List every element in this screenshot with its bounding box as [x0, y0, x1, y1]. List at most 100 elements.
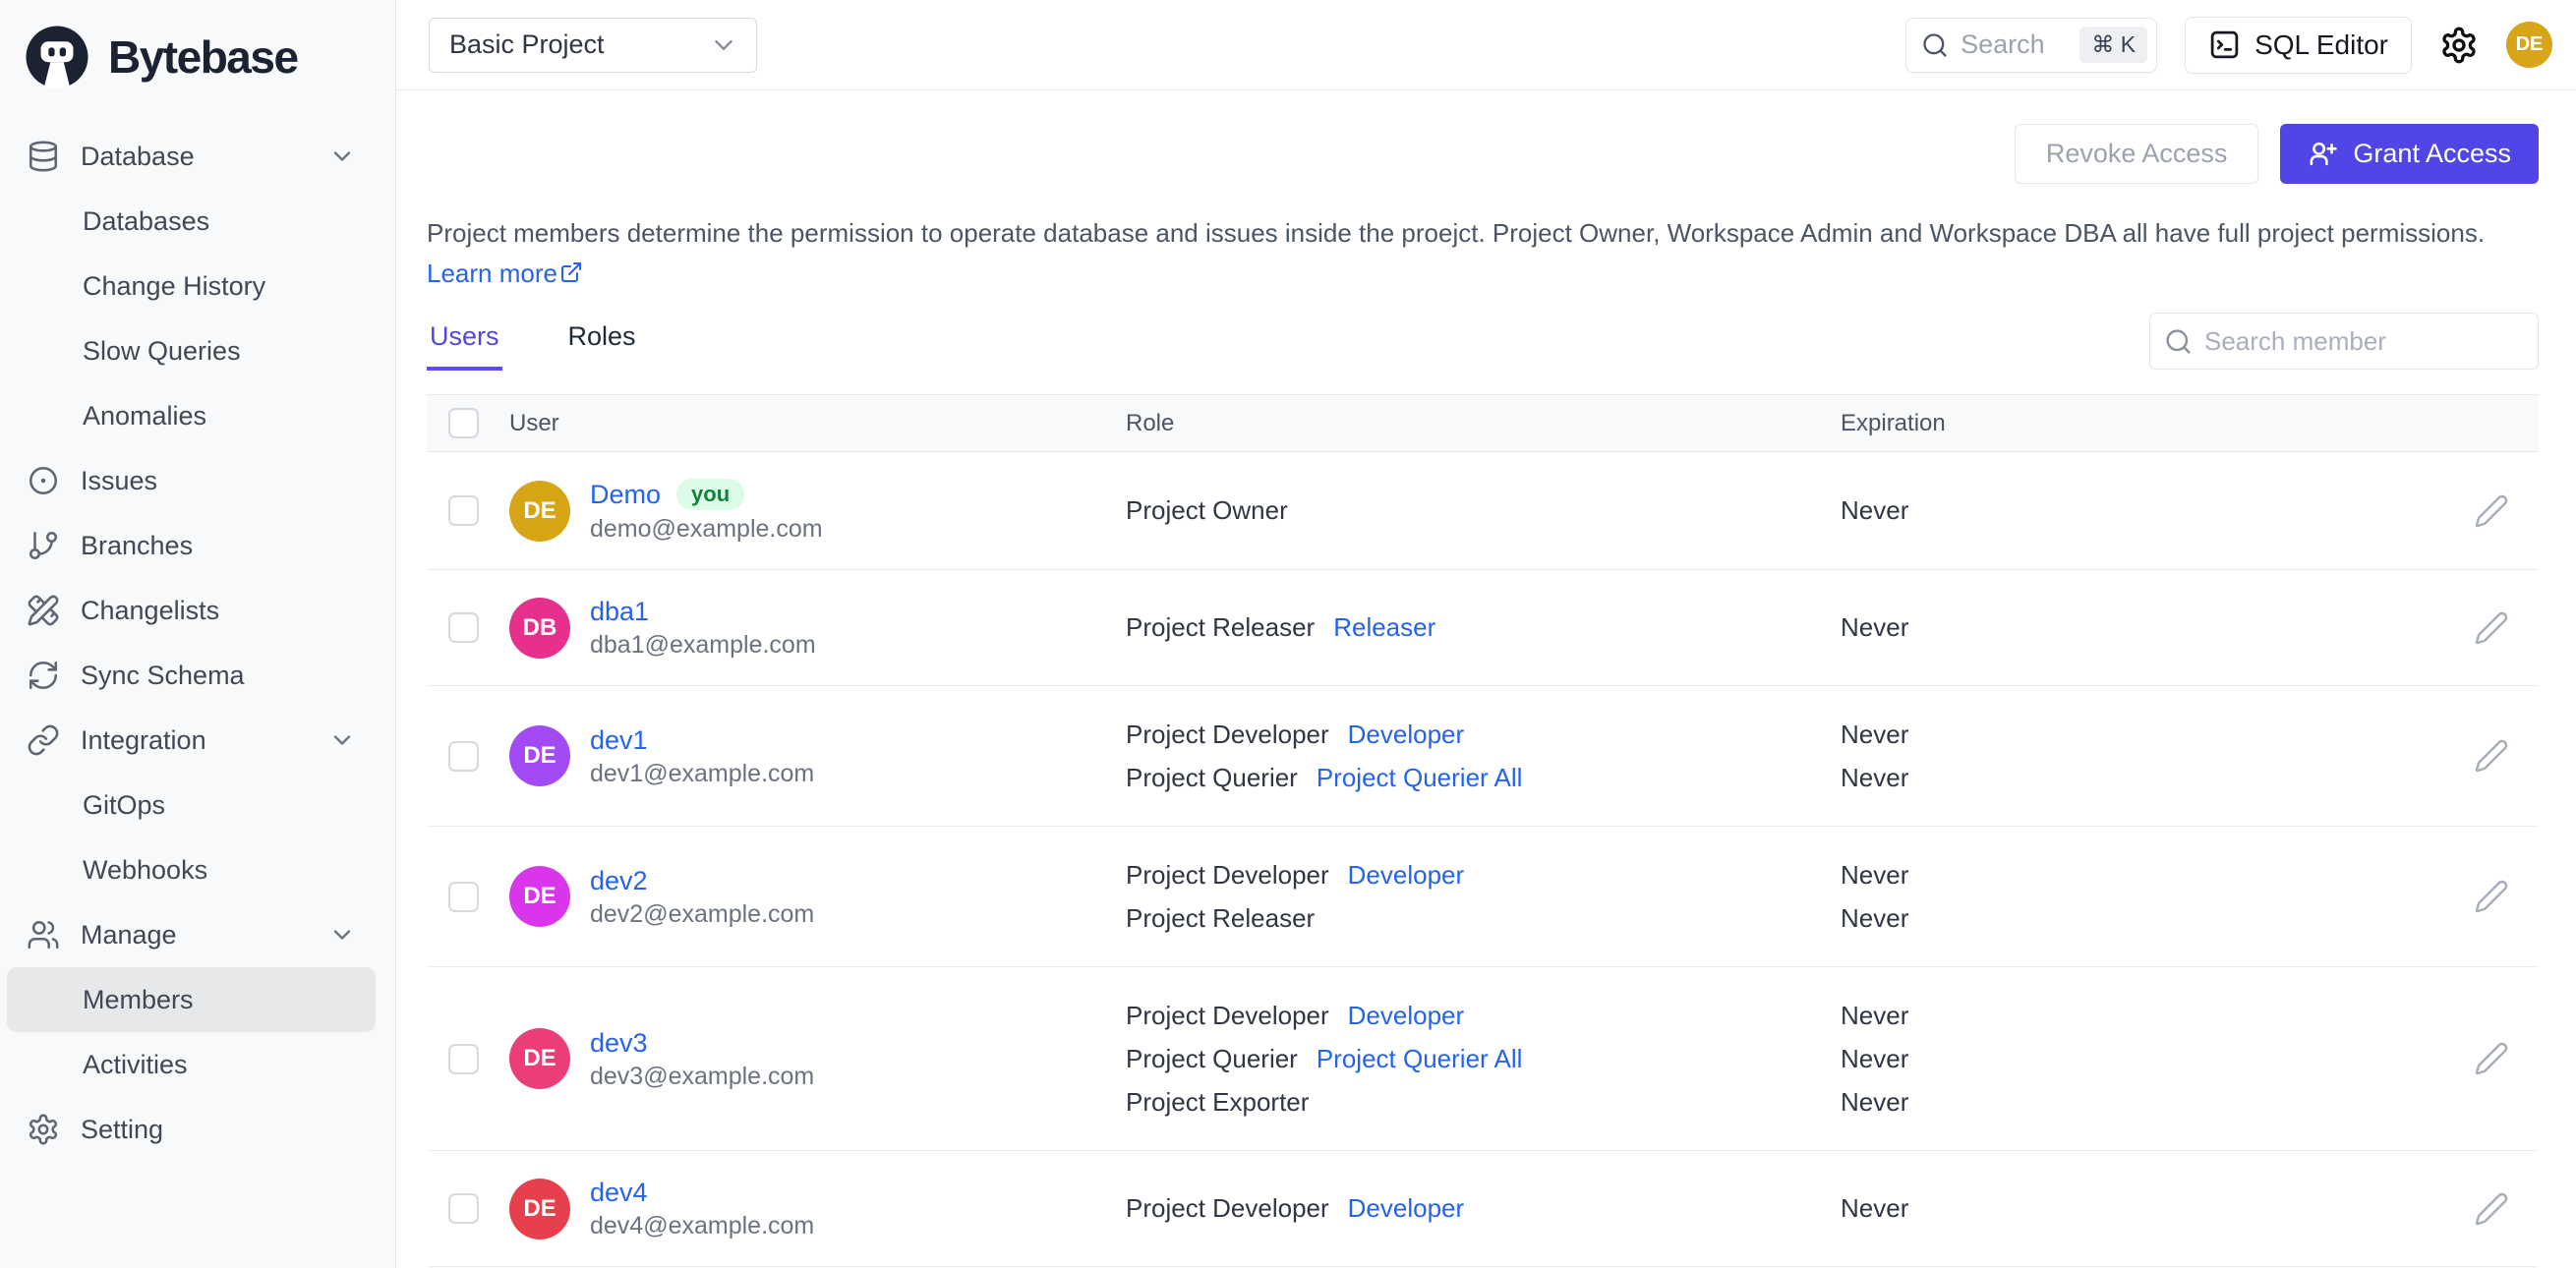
expiration-value: Never: [1841, 1000, 1909, 1030]
page-description: Project members determine the permission…: [427, 213, 2539, 294]
user-cell: DE dev1 dev1@example.com: [509, 725, 1126, 787]
members-page: Revoke Access Grant Access Project membe…: [396, 90, 2576, 1268]
edit-pencil-icon[interactable]: [2474, 1191, 2509, 1227]
role-link[interactable]: Developer: [1348, 1193, 1465, 1224]
project-select-value: Basic Project: [449, 29, 605, 59]
workspace-settings-gear-icon[interactable]: [2439, 26, 2479, 65]
brand-logo[interactable]: Bytebase: [0, 14, 395, 102]
table-header: User Role Expiration: [427, 395, 2539, 452]
row-checkbox[interactable]: [448, 612, 479, 643]
sidebar-item-activities[interactable]: Activities: [7, 1032, 376, 1097]
tab-users[interactable]: Users: [427, 312, 502, 371]
sidebar-item-changelists[interactable]: Changelists: [7, 578, 376, 643]
chevron-down-icon: [333, 735, 351, 745]
tabs: Users Roles: [427, 312, 639, 371]
sidebar-item-label: Activities: [83, 1049, 188, 1079]
expiration-value: Never: [1841, 495, 1909, 525]
member-name-link[interactable]: Demo: [590, 480, 661, 509]
role-cell: Project Releaser Releaser: [1126, 606, 1841, 650]
chevron-down-icon: [333, 930, 351, 940]
select-all-checkbox[interactable]: [448, 408, 479, 438]
edit-pencil-icon[interactable]: [2474, 879, 2509, 914]
role-cell: Project Developer Developer Project Querie…: [1126, 713, 1841, 799]
member-name-link[interactable]: dev3: [590, 1028, 648, 1058]
user-cell: DB dba1 dba1@example.com: [509, 597, 1126, 659]
external-link-icon: [560, 262, 581, 282]
learn-more-link[interactable]: Learn more: [427, 259, 583, 288]
role-link[interactable]: Developer: [1348, 1001, 1465, 1031]
expiration-value: Never: [1841, 1193, 1909, 1223]
user-cell: DE dev4 dev4@example.com: [509, 1178, 1126, 1239]
member-name-link[interactable]: dev2: [590, 866, 648, 895]
sidebar-item-webhooks[interactable]: Webhooks: [7, 837, 376, 902]
app-window: Bytebase Database Databases Change History…: [0, 0, 2576, 1268]
global-search[interactable]: Search ⌘ K: [1905, 17, 2158, 73]
user-avatar[interactable]: DE: [2506, 22, 2552, 68]
sidebar-item-integration[interactable]: Integration: [7, 708, 376, 773]
sidebar-item-branches[interactable]: Branches: [7, 513, 376, 578]
row-checkbox[interactable]: [448, 495, 479, 526]
search-icon: [1923, 32, 1947, 57]
expiration-value: Never: [1841, 1043, 1909, 1073]
member-avatar: DB: [509, 597, 570, 659]
member-name-link[interactable]: dev1: [590, 725, 648, 755]
edit-pencil-icon[interactable]: [2474, 738, 2509, 774]
sidebar-item-slow-queries[interactable]: Slow Queries: [7, 318, 376, 383]
sidebar-item-anomalies[interactable]: Anomalies: [7, 383, 376, 448]
sidebar-item-members[interactable]: Members: [7, 967, 376, 1032]
expiration-cell: Never Never Never: [1841, 994, 2440, 1124]
sidebar-nav: Database Databases Change History Slow Quer…: [0, 124, 395, 1162]
role-cell: Project Owner: [1126, 490, 1841, 533]
link-icon: [27, 723, 60, 757]
expiration-cell: Never: [1841, 1187, 2440, 1231]
sidebar-item-label: Webhooks: [83, 854, 208, 885]
tab-roles[interactable]: Roles: [565, 312, 639, 371]
row-checkbox[interactable]: [448, 740, 479, 772]
edit-pencil-icon[interactable]: [2474, 493, 2509, 529]
role-link[interactable]: Releaser: [1333, 612, 1435, 643]
role-link[interactable]: Project Querier All: [1317, 763, 1523, 793]
member-avatar: DE: [509, 866, 570, 927]
sidebar-item-databases[interactable]: Databases: [7, 189, 376, 254]
sidebar-item-gitops[interactable]: GitOps: [7, 773, 376, 837]
sidebar-item-label: Issues: [81, 465, 158, 495]
sql-editor-label: SQL Editor: [2254, 29, 2388, 60]
member-name-link[interactable]: dba1: [590, 597, 649, 626]
member-search-input[interactable]: [2204, 325, 2524, 357]
project-select[interactable]: Basic Project: [429, 17, 757, 73]
sidebar-item-label: Sync Schema: [81, 660, 245, 690]
member-name-link[interactable]: dev4: [590, 1178, 648, 1207]
revoke-access-button[interactable]: Revoke Access: [2014, 124, 2259, 184]
sidebar-item-database[interactable]: Database: [7, 124, 376, 189]
header-role: Role: [1126, 409, 1175, 436]
member-email: demo@example.com: [590, 515, 823, 543]
actions-row: Revoke Access Grant Access: [427, 124, 2539, 184]
grant-access-button[interactable]: Grant Access: [2280, 124, 2539, 184]
expiration-value: Never: [1841, 902, 1909, 933]
sidebar-item-sync-schema[interactable]: Sync Schema: [7, 643, 376, 708]
role-name: Project Exporter: [1126, 1086, 1310, 1117]
row-checkbox[interactable]: [448, 1193, 479, 1224]
role-link[interactable]: Developer: [1348, 720, 1465, 750]
sidebar-item-setting[interactable]: Setting: [7, 1097, 376, 1162]
user-plus-icon: [2311, 142, 2338, 166]
bytebase-logo-icon: [26, 26, 88, 88]
pencil-ruler-icon: [27, 594, 60, 627]
sidebar-item-issues[interactable]: Issues: [7, 448, 376, 513]
tabs-row: Users Roles: [427, 312, 2539, 371]
sidebar-item-change-history[interactable]: Change History: [7, 254, 376, 318]
role-name: Project Developer: [1126, 859, 1329, 890]
learn-more-label: Learn more: [427, 259, 557, 288]
sidebar-item-label: Branches: [81, 530, 194, 560]
sidebar-item-label: Databases: [83, 205, 210, 236]
user-cell: DE Demo you demo@example.com: [509, 479, 1126, 543]
role-link[interactable]: Project Querier All: [1317, 1044, 1523, 1074]
sql-editor-button[interactable]: SQL Editor: [2185, 16, 2412, 74]
edit-pencil-icon[interactable]: [2474, 1041, 2509, 1076]
sidebar-item-manage[interactable]: Manage: [7, 902, 376, 967]
row-checkbox[interactable]: [448, 881, 479, 912]
row-checkbox[interactable]: [448, 1043, 479, 1074]
user-cell: DE dev3 dev3@example.com: [509, 1028, 1126, 1090]
role-link[interactable]: Developer: [1348, 860, 1465, 891]
edit-pencil-icon[interactable]: [2474, 610, 2509, 646]
